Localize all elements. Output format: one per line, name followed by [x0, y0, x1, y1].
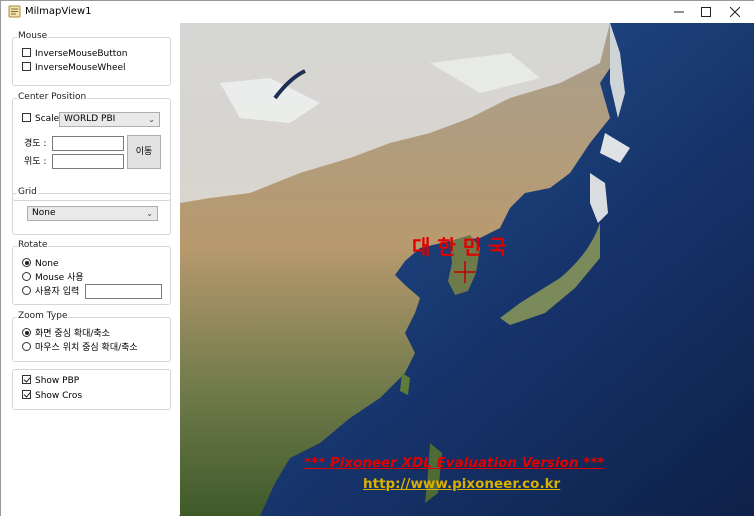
rotate-option-mouse[interactable]: Mouse 사용 [22, 272, 84, 285]
radio-label: Mouse 사용 [35, 273, 84, 283]
projection-select[interactable]: WORLD PBI ⌄ [59, 112, 160, 127]
show-pbp-checkbox[interactable]: Show PBP [22, 375, 79, 388]
radio-label: None [35, 259, 59, 269]
checkbox-label: Show Cros [35, 391, 83, 401]
show-cros-checkbox[interactable]: Show Cros [22, 390, 82, 403]
checkbox-label: Scale [35, 114, 60, 124]
vendor-url-link[interactable]: http://www.pixoneer.co.kr [363, 476, 560, 492]
move-button[interactable]: 이동 [127, 135, 161, 169]
rotate-option-user[interactable]: 사용자 입력 [22, 286, 79, 299]
radio-label: 화면 중심 확대/축소 [35, 329, 110, 339]
radio-button[interactable] [22, 258, 31, 267]
grid-select[interactable]: None ⌄ [27, 206, 158, 221]
window-title: MilmapView1 [25, 6, 92, 17]
projection-value: WORLD PBI [64, 114, 116, 124]
chevron-down-icon: ⌄ [148, 115, 155, 124]
rotate-angle-input[interactable] [85, 284, 162, 299]
radio-label: 사용자 입력 [35, 287, 80, 297]
radio-button[interactable] [22, 328, 31, 337]
map-view[interactable]: 대한민국 *** Pixoneer XDL Evaluation Version… [180, 23, 754, 516]
checkbox-label: InverseMouseWheel [35, 63, 126, 73]
checkbox-box[interactable] [22, 390, 31, 399]
zoom-type-group: Zoom Type 화면 중심 확대/축소 마우스 위치 중심 확대/축소 [12, 311, 171, 362]
checkbox-box[interactable] [22, 375, 31, 384]
grid-group: Grid None ⌄ [12, 187, 171, 235]
minimize-icon [674, 11, 684, 13]
latitude-label: 위도 : [24, 157, 47, 167]
zoom-option-mouse-position[interactable]: 마우스 위치 중심 확대/축소 [22, 342, 138, 355]
grid-group-label: Grid [17, 187, 38, 197]
close-button[interactable] [720, 1, 750, 23]
app-window: MilmapView1 Mouse InverseMouseButton Inv… [0, 0, 754, 516]
checkbox-box[interactable] [22, 62, 31, 71]
crosshair-icon [454, 261, 476, 283]
radio-button[interactable] [22, 342, 31, 351]
center-position-group: Center Position Scale WORLD PBI ⌄ 경도 : 위… [12, 92, 171, 201]
longitude-input[interactable] [52, 136, 124, 151]
control-panel: Mouse InverseMouseButton InverseMouseWhe… [1, 23, 179, 516]
title-bar: MilmapView1 [1, 1, 754, 23]
radio-button[interactable] [22, 286, 31, 295]
checkbox-box[interactable] [22, 113, 31, 122]
mouse-group-label: Mouse [17, 31, 49, 41]
scale-checkbox[interactable]: Scale [22, 113, 59, 126]
rotate-group: Rotate None Mouse 사용 사용자 입력 [12, 240, 171, 305]
longitude-label: 경도 : [24, 139, 47, 149]
display-options-group: Show PBP Show Cros [12, 369, 171, 410]
checkbox-label: Show PBP [35, 376, 80, 386]
rotate-group-label: Rotate [17, 240, 49, 250]
checkbox-box[interactable] [22, 48, 31, 57]
mouse-group: Mouse InverseMouseButton InverseMouseWhe… [12, 31, 171, 86]
radio-button[interactable] [22, 272, 31, 281]
evaluation-watermark: *** Pixoneer XDL Evaluation Version *** [304, 455, 605, 471]
grid-value: None [32, 208, 56, 218]
zoom-option-screen-center[interactable]: 화면 중심 확대/축소 [22, 328, 110, 341]
inverse-mouse-button-checkbox[interactable]: InverseMouseButton [22, 48, 128, 61]
maximize-button[interactable] [691, 1, 721, 23]
center-position-group-label: Center Position [17, 92, 88, 102]
inverse-mouse-wheel-checkbox[interactable]: InverseMouseWheel [22, 62, 126, 75]
zoom-type-group-label: Zoom Type [17, 311, 69, 321]
checkbox-label: InverseMouseButton [35, 49, 128, 59]
radio-label: 마우스 위치 중심 확대/축소 [35, 343, 138, 353]
latitude-input[interactable] [52, 154, 124, 169]
rotate-option-none[interactable]: None [22, 258, 58, 271]
chevron-down-icon: ⌄ [146, 209, 153, 218]
close-icon [729, 6, 741, 18]
country-label: 대한민국 [412, 235, 514, 259]
app-icon [8, 5, 21, 18]
minimize-button[interactable] [664, 1, 694, 23]
maximize-icon [701, 7, 711, 17]
